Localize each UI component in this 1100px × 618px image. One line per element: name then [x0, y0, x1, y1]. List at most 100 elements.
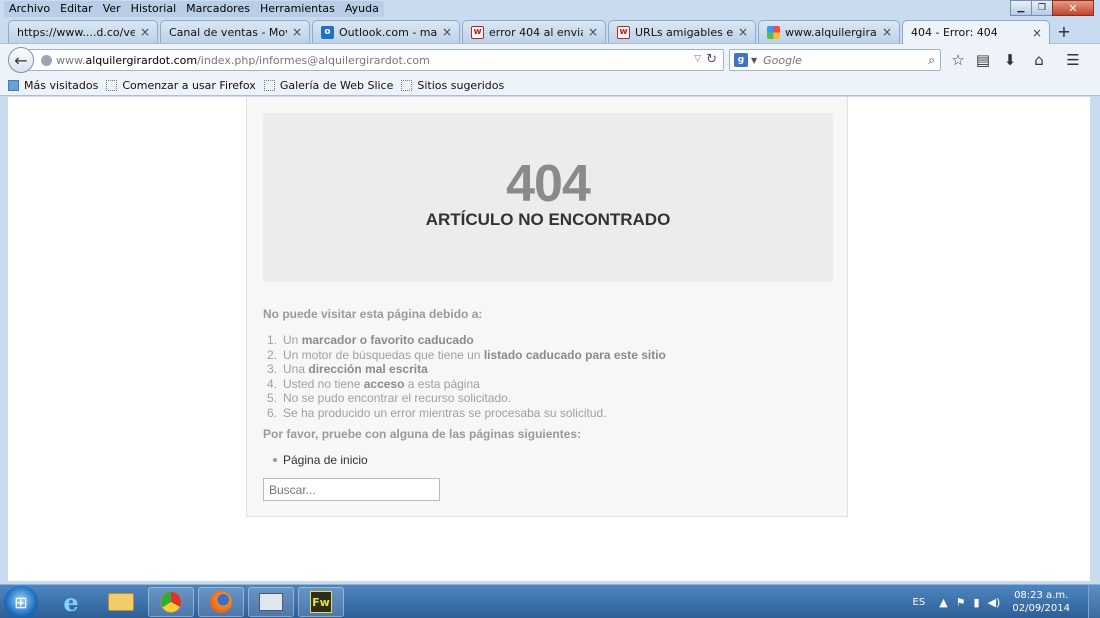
tab-label: Canal de ventas - MovilRe...: [169, 25, 287, 39]
chrome-icon: [160, 591, 182, 613]
menu-herramientas[interactable]: Herramientas: [255, 1, 340, 17]
bookmark-comenzar-firefox[interactable]: Comenzar a usar Firefox: [106, 79, 256, 92]
bookmark-star-icon[interactable]: ☆: [948, 51, 968, 69]
menu-editar[interactable]: Editar: [55, 1, 98, 17]
reason-emphasis: listado caducado para este sitio: [483, 347, 666, 362]
menu-ayuda[interactable]: Ayuda: [340, 1, 384, 17]
bookmarks-list-icon[interactable]: ▤: [973, 51, 993, 69]
taskbar-ie[interactable]: e: [48, 587, 94, 617]
tab-canal-ventas[interactable]: Canal de ventas - MovilRe... ×: [160, 20, 310, 43]
bookmark-label: Más visitados: [24, 78, 99, 92]
show-hidden-icons-icon[interactable]: ▲: [939, 596, 947, 609]
url-dropdown-icon[interactable]: ▽: [694, 54, 701, 64]
search-icon[interactable]: ⌕: [928, 53, 935, 68]
close-icon: ✕: [1068, 1, 1078, 15]
signal-icon[interactable]: ▮: [974, 596, 980, 609]
engine-dropdown-icon[interactable]: ▼: [751, 56, 757, 65]
reason-number: 4.: [267, 376, 278, 391]
tab-outlook[interactable]: o Outlook.com - mao... ×: [312, 20, 460, 43]
clock-date: 02/09/2014: [1012, 603, 1070, 614]
taskbar-explorer[interactable]: [98, 587, 144, 617]
menu-marcadores[interactable]: Marcadores: [181, 1, 255, 17]
menu-hamburger-icon[interactable]: ☰: [1063, 51, 1083, 69]
menu-bar: Archivo Editar Ver Historial Marcadores …: [4, 1, 384, 17]
page-content: 404 ARTÍCULO NO ENCONTRADO No puede visi…: [8, 97, 1090, 581]
maximize-button[interactable]: ❐: [1031, 0, 1053, 16]
reason-number: 3.: [267, 362, 278, 376]
language-indicator[interactable]: ES: [913, 597, 926, 608]
bookmark-mas-visitados[interactable]: Más visitados: [8, 79, 98, 92]
tab-alquilergirardot[interactable]: www.alquilergirardot.... ×: [758, 20, 900, 43]
site-search-input[interactable]: [263, 478, 440, 501]
tab-label: URLs amigables en Jo...: [635, 25, 733, 39]
tab-label: https://www....d.co/ventas/: [17, 25, 135, 39]
reasons-list: 1. Un marcador o favorito caducado 2. Un mo…: [263, 333, 666, 420]
bullet-icon: [273, 458, 277, 462]
outlook-icon: o: [321, 25, 334, 39]
tab-error-404[interactable]: w error 404 al enviar for... ×: [462, 20, 606, 43]
reason-number: 2.: [267, 347, 278, 362]
tab-label: error 404 al enviar for...: [489, 25, 583, 39]
taskbar-firefox[interactable]: [198, 587, 244, 617]
search-bar[interactable]: g ▼ ⌕: [729, 49, 941, 71]
minimize-button[interactable]: ▁: [1010, 0, 1032, 16]
tab-close-icon[interactable]: ×: [441, 25, 453, 39]
taskbar-network[interactable]: [248, 587, 294, 617]
tab-label: www.alquilergirardot....: [785, 25, 877, 39]
error-hero: 404 ARTÍCULO NO ENCONTRADO: [263, 113, 833, 282]
back-button[interactable]: ←: [8, 47, 34, 73]
volume-icon[interactable]: ◀): [988, 596, 1001, 609]
taskbar-fireworks[interactable]: Fw: [298, 587, 344, 617]
tab-close-icon[interactable]: ×: [139, 25, 151, 39]
tab-close-icon[interactable]: ×: [291, 25, 303, 39]
reason-emphasis: dirección mal escrita: [308, 362, 428, 376]
action-center-icon[interactable]: ⚑: [956, 596, 966, 609]
most-visited-icon: [8, 79, 19, 91]
reload-icon[interactable]: ↻: [706, 52, 717, 67]
reason-text: Un: [283, 333, 302, 347]
tab-404-active[interactable]: 404 - Error: 404 ×: [902, 20, 1050, 44]
reason-number: 6.: [267, 405, 278, 420]
show-desktop-button[interactable]: [1088, 585, 1100, 618]
close-window-button[interactable]: ✕: [1052, 0, 1094, 16]
clock-time: 08:23 a.m.: [1014, 590, 1069, 601]
window-controls: ▁ ❐ ✕: [1010, 0, 1094, 16]
google-engine-icon[interactable]: g: [734, 53, 748, 67]
error-container: 404 ARTÍCULO NO ENCONTRADO No puede visi…: [246, 97, 848, 517]
reason-number: 1.: [267, 333, 278, 347]
w-icon: w: [471, 25, 484, 39]
new-tab-button[interactable]: +: [1054, 22, 1074, 41]
reason-text: Se ha producido un error mientras se pro…: [283, 405, 607, 420]
error-code: 404: [506, 155, 591, 213]
menu-ver[interactable]: Ver: [98, 1, 126, 17]
minimize-icon: ▁: [1017, 3, 1025, 13]
bookmark-label: Comenzar a usar Firefox: [122, 78, 256, 92]
joomla-icon: [767, 25, 780, 39]
tab-close-icon[interactable]: ×: [737, 25, 749, 39]
taskbar: ⊞ e Fw ES ▲ ⚑ ▮ ◀) 08:23 a.m. 02/09/2014: [0, 584, 1100, 618]
tab-urls-amigables[interactable]: w URLs amigables en Jo... ×: [608, 20, 756, 43]
search-input[interactable]: [763, 53, 914, 67]
reason-number: 5.: [267, 391, 278, 405]
tab-close-icon[interactable]: ×: [587, 25, 599, 39]
tab-close-icon[interactable]: ×: [881, 25, 893, 39]
page-icon: [401, 79, 413, 91]
downloads-icon[interactable]: ⬇: [1000, 51, 1020, 69]
back-arrow-icon: ←: [14, 50, 28, 70]
bookmark-sitios-sugeridos[interactable]: Sitios sugeridos: [401, 79, 504, 92]
start-button[interactable]: ⊞: [4, 586, 38, 618]
system-tray: ES ▲ ⚑ ▮ ◀) 08:23 a.m. 02/09/2014: [913, 585, 1100, 618]
tab-label: 404 - Error: 404: [911, 26, 998, 39]
url-bar[interactable]: www. alquilergirardot.com/index.php/infor…: [28, 49, 724, 71]
home-link[interactable]: Página de inicio: [273, 453, 368, 467]
home-icon[interactable]: ⌂: [1029, 51, 1049, 69]
tab-ventas[interactable]: https://www....d.co/ventas/ ×: [8, 20, 158, 43]
menu-archivo[interactable]: Archivo: [4, 1, 55, 17]
tab-close-icon[interactable]: ×: [1031, 26, 1043, 40]
bookmark-web-slice[interactable]: Galería de Web Slice: [263, 79, 393, 92]
taskbar-chrome[interactable]: [148, 587, 194, 617]
menu-historial[interactable]: Historial: [126, 1, 181, 17]
error-message: ARTÍCULO NO ENCONTRADO: [425, 210, 671, 229]
clock[interactable]: 08:23 a.m. 02/09/2014: [1012, 589, 1070, 615]
reason-text: No se pudo encontrar el recurso solicita…: [283, 391, 512, 405]
